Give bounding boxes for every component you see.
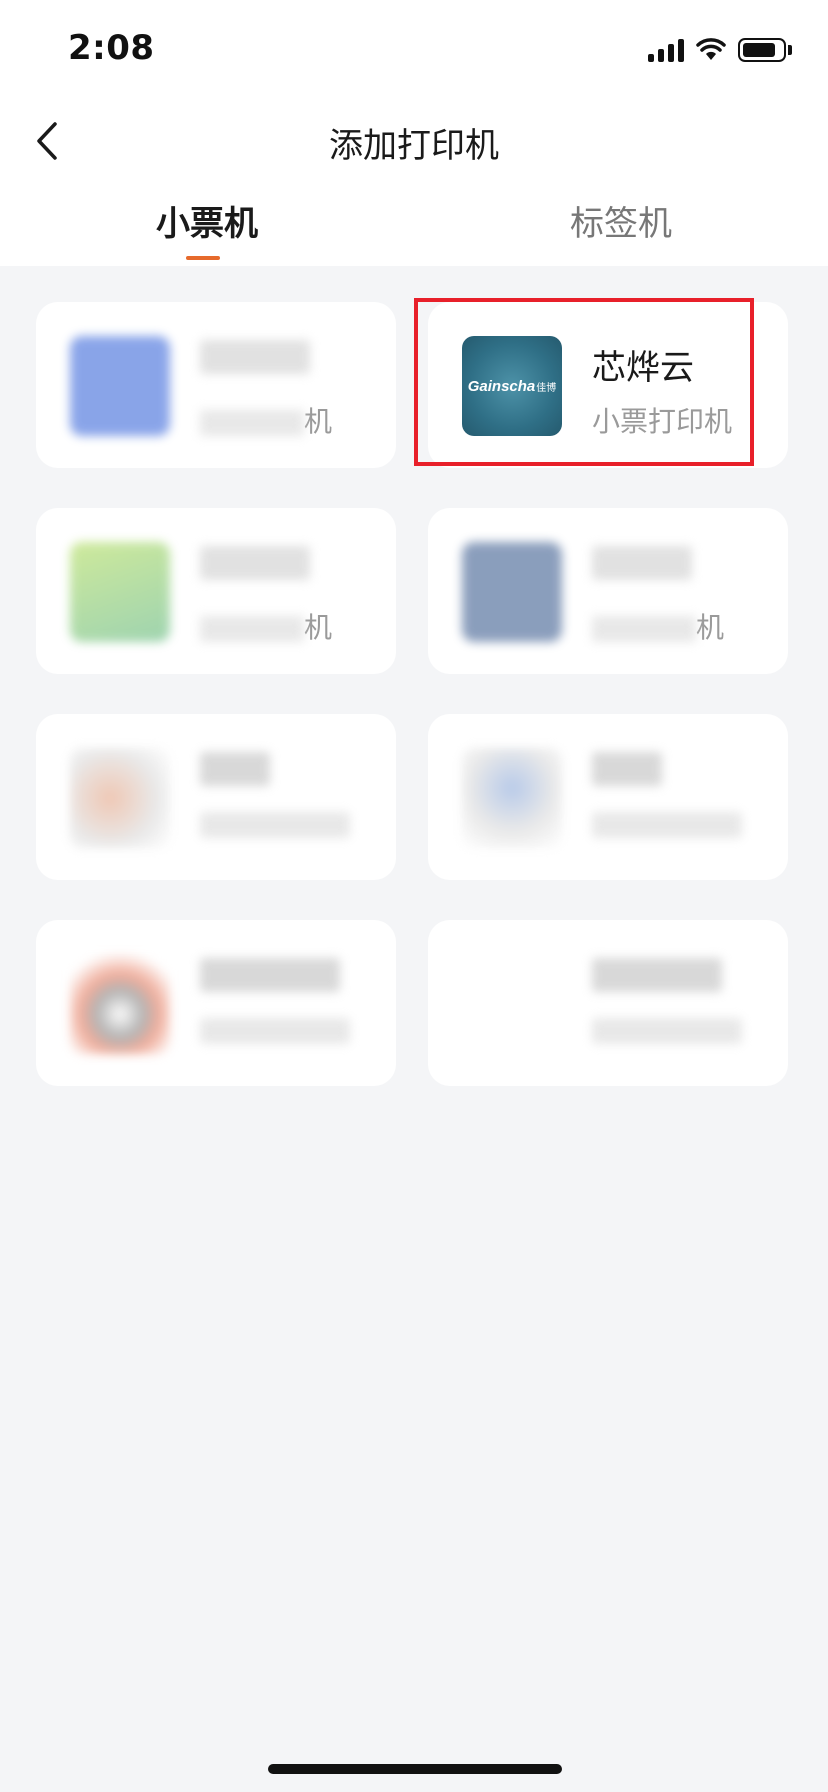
tab-label-printer[interactable]: 标签机 [414, 196, 828, 245]
tab-receipt-printer[interactable]: 小票机 [0, 196, 414, 245]
printer-logo [70, 954, 170, 1054]
printer-logo [70, 336, 170, 436]
printer-card[interactable]: 机 [36, 508, 396, 674]
printer-subtitle: 机 [592, 606, 724, 646]
gainscha-logo: Gainscha 佳博 [462, 336, 562, 436]
printer-card-xinye-cloud[interactable]: Gainscha 佳博 芯烨云 小票打印机 [428, 302, 788, 468]
printer-name: 芯烨云 [592, 348, 694, 388]
printer-name [592, 958, 722, 992]
printer-logo [70, 542, 170, 642]
printer-name [200, 340, 310, 374]
tab-bar: 小票机 标签机 [0, 196, 828, 266]
printer-subtitle [200, 1018, 350, 1044]
signal-icon [648, 38, 684, 62]
tab-indicator [186, 256, 220, 260]
printer-card[interactable] [428, 714, 788, 880]
printer-subtitle [200, 812, 350, 838]
printer-subtitle [592, 812, 742, 838]
printer-name [592, 546, 692, 580]
printer-subtitle: 机 [200, 400, 332, 440]
battery-icon [738, 38, 786, 62]
printer-subtitle: 机 [200, 606, 332, 646]
top-bar: 2:08 添加打印机 小票机 标签机 [0, 0, 828, 266]
printer-logo [462, 748, 562, 848]
printer-card[interactable] [36, 920, 396, 1086]
home-indicator [268, 1764, 562, 1774]
printer-card[interactable] [36, 714, 396, 880]
printer-name [592, 752, 662, 786]
printer-card[interactable]: 机 [428, 508, 788, 674]
printer-card[interactable] [428, 920, 788, 1086]
printer-logo [462, 542, 562, 642]
wifi-icon [696, 38, 726, 60]
printer-subtitle [592, 1018, 742, 1044]
page-title: 添加打印机 [329, 126, 499, 166]
printer-name [200, 546, 310, 580]
printer-logo [70, 748, 170, 848]
printer-name [200, 752, 270, 786]
printer-subtitle: 小票打印机 [592, 405, 733, 438]
status-icons [648, 36, 792, 64]
printer-logo [462, 954, 562, 1054]
printer-card[interactable]: 机 [36, 302, 396, 468]
screen: 2:08 添加打印机 小票机 标签机 机 Gainscha 佳博 芯烨云 小票打… [0, 0, 828, 1792]
status-time: 2:08 [68, 28, 155, 68]
printer-name [200, 958, 340, 992]
